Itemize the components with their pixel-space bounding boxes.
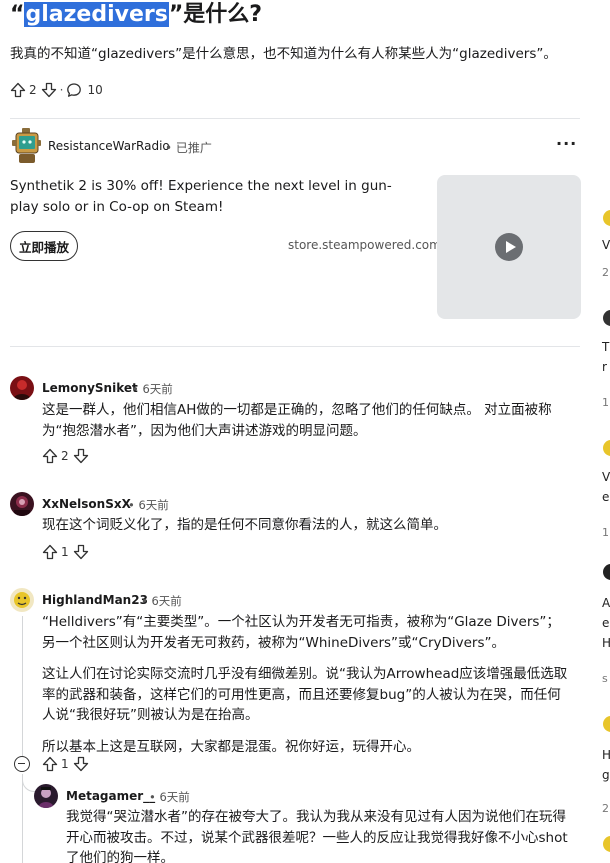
- post-upvote-count: 2: [29, 83, 37, 97]
- comment-body: 这是一群人，他们相信AH做的一切都是正确的，忽略了他们的任何缺点。 对立面被称为…: [42, 400, 582, 441]
- comment-paragraph: 这让人们在讨论实际交流时几乎没有细微差别。说“我认为Arrowhead应该增强最…: [42, 666, 568, 723]
- comment-username[interactable]: Metagamer__: [66, 789, 155, 803]
- comment-icon[interactable]: [66, 82, 82, 98]
- comment-paragraph: “Helldivers”有“主要类型”。一个社区认为开发者无可指责，被称为“Gl…: [42, 614, 560, 651]
- sidebar-text[interactable]: A: [602, 596, 610, 610]
- divider: [10, 118, 580, 119]
- post-title-rest: ”是什么?: [168, 2, 263, 27]
- comment-timestamp: • 6天前: [141, 594, 182, 608]
- ad-cta-button[interactable]: 立即播放: [10, 231, 78, 261]
- comment-actions: 1: [42, 756, 89, 772]
- promoted-label: • 已推广: [165, 141, 212, 155]
- downvote-icon[interactable]: [73, 756, 89, 772]
- post-comment-count: 10: [87, 83, 103, 97]
- downvote-icon[interactable]: [73, 544, 89, 560]
- avatar[interactable]: [603, 716, 610, 732]
- sidebar-text[interactable]: T: [602, 340, 609, 354]
- post-body: 我真的不知道“glazedivers”是什么意思，也不知道为什么有人称某些人为“…: [10, 46, 557, 62]
- ad-text[interactable]: Synthetik 2 is 30% off! Experience the n…: [10, 176, 420, 218]
- comment-actions: 2: [42, 448, 89, 464]
- reply-connector: [22, 778, 36, 792]
- avatar[interactable]: [10, 492, 34, 516]
- post-title-selected-text: glazedivers: [24, 2, 169, 27]
- more-options-icon[interactable]: ···: [556, 136, 577, 152]
- comment-username[interactable]: HighlandMan23: [42, 593, 148, 607]
- ad-video-thumbnail[interactable]: [437, 175, 581, 319]
- upvote-icon[interactable]: [42, 544, 58, 560]
- comment-username[interactable]: LemonySniket: [42, 381, 138, 395]
- comment-vote-count: 2: [61, 449, 69, 463]
- divider: [10, 346, 580, 347]
- sidebar-text: s: [602, 672, 608, 685]
- avatar[interactable]: [10, 588, 34, 612]
- comment-timestamp: • 6天前: [132, 382, 173, 396]
- avatar[interactable]: [603, 310, 610, 326]
- sidebar-text[interactable]: r: [602, 360, 607, 374]
- comment-paragraph: 现在这个词贬义化了，指的是任何不同意你看法的人，就这么简单。: [42, 517, 447, 533]
- play-icon[interactable]: [495, 233, 523, 261]
- sidebar-text[interactable]: g: [602, 768, 610, 782]
- advertiser-name[interactable]: ResistanceWarRadio: [48, 139, 170, 153]
- comment-username[interactable]: XxNelsonSxX: [42, 497, 131, 511]
- thread-line: [22, 616, 23, 758]
- downvote-icon[interactable]: [41, 82, 57, 98]
- comment-paragraph: 我觉得“哭泣潜水者”的存在被夸大了。我认为我从来没有见过有人因为说他们在玩得开心…: [66, 809, 568, 863]
- thread-line: [22, 774, 23, 863]
- comment-vote-count: 1: [61, 545, 69, 559]
- right-sidebar-strip: V 2 T r 1 V e 1 A e H s H g 2: [598, 0, 610, 863]
- avatar[interactable]: [10, 376, 34, 400]
- advertiser-avatar[interactable]: [10, 128, 42, 164]
- upvote-icon[interactable]: [42, 756, 58, 772]
- comment-paragraph: 这是一群人，他们相信AH做的一切都是正确的，忽略了他们的任何缺点。 对立面被称为…: [42, 402, 552, 439]
- avatar[interactable]: [603, 440, 610, 456]
- post-actions: 2 · 10: [10, 82, 107, 98]
- sidebar-text[interactable]: H: [602, 636, 610, 650]
- comment-body: 我觉得“哭泣潜水者”的存在被夸大了。我认为我从来没有见过有人因为说他们在玩得开心…: [66, 807, 576, 863]
- avatar[interactable]: [34, 784, 58, 808]
- sidebar-text[interactable]: V: [602, 238, 610, 252]
- comment-paragraph: 所以基本上这是互联网，大家都是混蛋。祝你好运，玩得开心。: [42, 738, 420, 755]
- comment-body: 现在这个词贬义化了，指的是任何不同意你看法的人，就这么简单。: [42, 515, 582, 536]
- comment-vote-count: 1: [61, 757, 69, 771]
- comment-timestamp: • 6天前: [149, 790, 190, 804]
- sidebar-text: 2: [602, 266, 609, 279]
- downvote-icon[interactable]: [73, 448, 89, 464]
- post-title: “glazedivers”是什么?: [10, 0, 262, 30]
- sidebar-text[interactable]: e: [602, 616, 609, 630]
- comment-body: “Helldivers”有“主要类型”。一个社区认为开发者无可指责，被称为“Gl…: [42, 612, 572, 757]
- collapse-thread-icon[interactable]: [14, 756, 30, 772]
- avatar[interactable]: [603, 836, 610, 852]
- sidebar-text: 2: [602, 802, 609, 815]
- sidebar-text[interactable]: H: [602, 748, 610, 762]
- ad-domain-link[interactable]: store.steampowered.com: [288, 238, 441, 252]
- separator-dot: ·: [59, 83, 64, 97]
- avatar[interactable]: [603, 210, 610, 226]
- comment-timestamp: • 6天前: [128, 498, 169, 512]
- sidebar-text: 1: [602, 396, 609, 409]
- sidebar-text[interactable]: e: [602, 490, 609, 504]
- post-title-open-quote: “: [10, 2, 25, 27]
- upvote-icon[interactable]: [10, 82, 26, 98]
- upvote-icon[interactable]: [42, 448, 58, 464]
- comment-actions: 1: [42, 544, 89, 560]
- sidebar-text: 1: [602, 526, 609, 539]
- sidebar-text[interactable]: V: [602, 470, 610, 484]
- avatar[interactable]: [603, 564, 610, 580]
